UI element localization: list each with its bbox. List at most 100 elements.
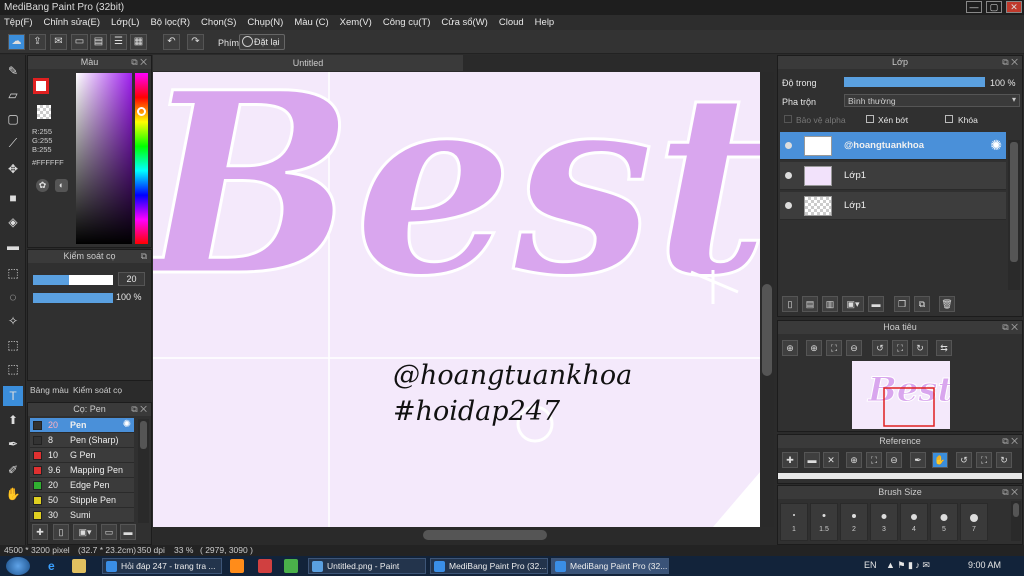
reference-fit-icon[interactable]: ⛶ [866, 452, 882, 468]
media-icon[interactable] [230, 559, 244, 573]
drawing-canvas[interactable]: Best @hoangtuankhoa #hoidap247 [153, 72, 760, 527]
brush-size-cell[interactable]: 1 [780, 503, 808, 541]
task-medibang-2[interactable]: MediBang Paint Pro (32... [551, 558, 669, 574]
panel-menu-icon[interactable]: ⧉ [141, 250, 147, 263]
app2-icon[interactable] [284, 559, 298, 573]
foreground-color-swatch[interactable] [33, 78, 49, 94]
delete-layer-icon[interactable]: 🗑 [939, 296, 955, 312]
reference-fit-screen-icon[interactable]: ⛶ [976, 452, 992, 468]
canvas-vertical-scrollbar[interactable] [760, 72, 774, 527]
new-layer-icon[interactable]: ▯ [782, 296, 798, 312]
select-pen-icon[interactable]: ⬚ [3, 335, 23, 355]
reference-rotate-right-icon[interactable]: ↻ [996, 452, 1012, 468]
panel-menu-icon[interactable]: ⧉ ✕ [1002, 321, 1018, 334]
magic-wand-icon[interactable]: ✧ [3, 311, 23, 331]
move-tool-icon[interactable]: ✥ [3, 159, 23, 179]
zoom-in-small-icon[interactable]: ⊕ [806, 340, 822, 356]
pen-icon[interactable]: ✐ [3, 460, 23, 480]
share-icon[interactable]: ⇪ [29, 34, 46, 50]
menu-help[interactable]: Help [535, 17, 555, 28]
reference-open-icon[interactable]: ✚ [782, 452, 798, 468]
layer-scrollbar[interactable] [1008, 140, 1020, 290]
rotate-left-icon[interactable]: ↺ [872, 340, 888, 356]
visibility-icon[interactable] [785, 172, 792, 179]
line-tool-icon[interactable]: ⟋ [3, 133, 23, 153]
reference-canvas[interactable] [778, 473, 1022, 479]
close-button[interactable]: ✕ [1006, 1, 1022, 13]
visibility-icon[interactable] [785, 202, 792, 209]
menu-layer[interactable]: Lớp(L) [111, 17, 139, 28]
menu-window[interactable]: Cửa sổ(W) [441, 17, 487, 28]
brush-item[interactable]: 20 Edge Pen [30, 478, 134, 493]
minimize-button[interactable]: — [966, 1, 982, 13]
list-icon[interactable]: ☰ [110, 34, 127, 50]
layer-row[interactable]: Lớp1 [780, 162, 1006, 190]
new-halftone-layer-icon[interactable]: ▤ [802, 296, 818, 312]
redo-icon[interactable]: ↷ [187, 34, 204, 50]
brush-size-cell[interactable]: 2 [840, 503, 868, 541]
zoom-in-icon[interactable]: ⊕ [782, 340, 798, 356]
protect-alpha-checkbox[interactable] [784, 115, 792, 123]
reference-close-icon[interactable]: ✕ [823, 452, 839, 468]
transparent-color-swatch[interactable] [37, 105, 51, 119]
brush-menu-icon[interactable]: ▣▾ [73, 524, 97, 540]
brush-item[interactable]: 50 Stipple Pen [30, 493, 134, 508]
clipping-checkbox[interactable] [866, 115, 874, 123]
brush-size-cell[interactable]: 4 [900, 503, 928, 541]
hue-handle[interactable] [137, 107, 146, 116]
brush-folder-icon[interactable]: ▬ [120, 524, 136, 540]
brush-item[interactable]: 30 Sumi [30, 508, 134, 523]
folder-icon[interactable]: ▬ [868, 296, 884, 312]
reset-button[interactable]: Đặt lại [239, 34, 285, 50]
fit-screen-icon[interactable]: ⛶ [892, 340, 908, 356]
operation-tool-icon[interactable]: ⬆ [3, 410, 23, 430]
layer-opacity-slider[interactable] [844, 77, 985, 87]
brush-list-scrollbar[interactable] [138, 419, 149, 523]
rect-fill-icon[interactable]: ■ [3, 188, 23, 208]
language-indicator[interactable]: EN [864, 560, 877, 570]
reference-zoom-in-icon[interactable]: ⊕ [846, 452, 862, 468]
start-button-icon[interactable] [6, 557, 30, 575]
menu-filter[interactable]: Bộ lọc(R) [150, 17, 190, 28]
lasso-icon[interactable]: ◌ [3, 287, 23, 307]
app-icon[interactable] [258, 559, 272, 573]
comment-icon[interactable]: ✉ [50, 34, 67, 50]
canvas-tab[interactable]: Untitled [153, 55, 463, 71]
merge-layer-icon[interactable]: ⧉ [914, 296, 930, 312]
add-layer-menu-icon[interactable]: ▣▾ [842, 296, 864, 312]
hand-tool-icon[interactable]: ✋ [3, 484, 23, 504]
text-tool-icon[interactable]: T [3, 386, 23, 406]
cloud-icon[interactable]: ☁ [8, 34, 25, 50]
bucket-tool-icon[interactable]: ◈ [3, 212, 23, 232]
menu-color[interactable]: Màu (C) [294, 17, 328, 28]
dotted-rect-icon[interactable]: ▢ [3, 109, 23, 129]
lock-checkbox[interactable] [945, 115, 953, 123]
menu-snap[interactable]: Chụp(N) [247, 17, 283, 28]
size-value[interactable]: 20 [118, 272, 145, 286]
tray-icons[interactable]: ▲ ⚑ ▮ ♪ ✉ [886, 560, 930, 571]
select-eraser-icon[interactable]: ⬚ [3, 359, 23, 379]
brush-item[interactable]: 9.6 Mapping Pen [30, 463, 134, 478]
undo-icon[interactable]: ↶ [163, 34, 180, 50]
menu-edit[interactable]: Chỉnh sửa(E) [44, 17, 101, 28]
task-paint[interactable]: Untitled.png - Paint [308, 558, 426, 574]
brush-item[interactable]: 10 G Pen [30, 448, 134, 463]
menu-file[interactable]: Tệp(F) [4, 17, 33, 28]
panel-menu-icon[interactable]: ⧉ ✕ [131, 56, 147, 69]
task-medibang-1[interactable]: MediBang Paint Pro (32... [430, 558, 548, 574]
ie-icon[interactable]: e [48, 559, 62, 573]
chat-icon[interactable]: ▭ [71, 34, 88, 50]
brush-item[interactable]: 8 Pen (Sharp) [30, 433, 134, 448]
reference-folder-icon[interactable]: ▬ [804, 452, 820, 468]
visibility-icon[interactable] [785, 142, 792, 149]
document-icon[interactable]: ▤ [90, 34, 107, 50]
tab-palette[interactable]: Bảng màu [30, 385, 69, 395]
panel-menu-icon[interactable]: ⧉ ✕ [131, 403, 147, 416]
size-slider[interactable] [33, 275, 113, 285]
blend-mode-select[interactable]: Bình thường ▾ [844, 94, 1020, 107]
opacity-slider[interactable] [33, 293, 113, 303]
explorer-icon[interactable] [72, 559, 86, 573]
brush-size-cell[interactable]: 5 [930, 503, 958, 541]
color-settings-icon[interactable]: ◐ [55, 179, 68, 192]
rotate-right-icon[interactable]: ↻ [912, 340, 928, 356]
